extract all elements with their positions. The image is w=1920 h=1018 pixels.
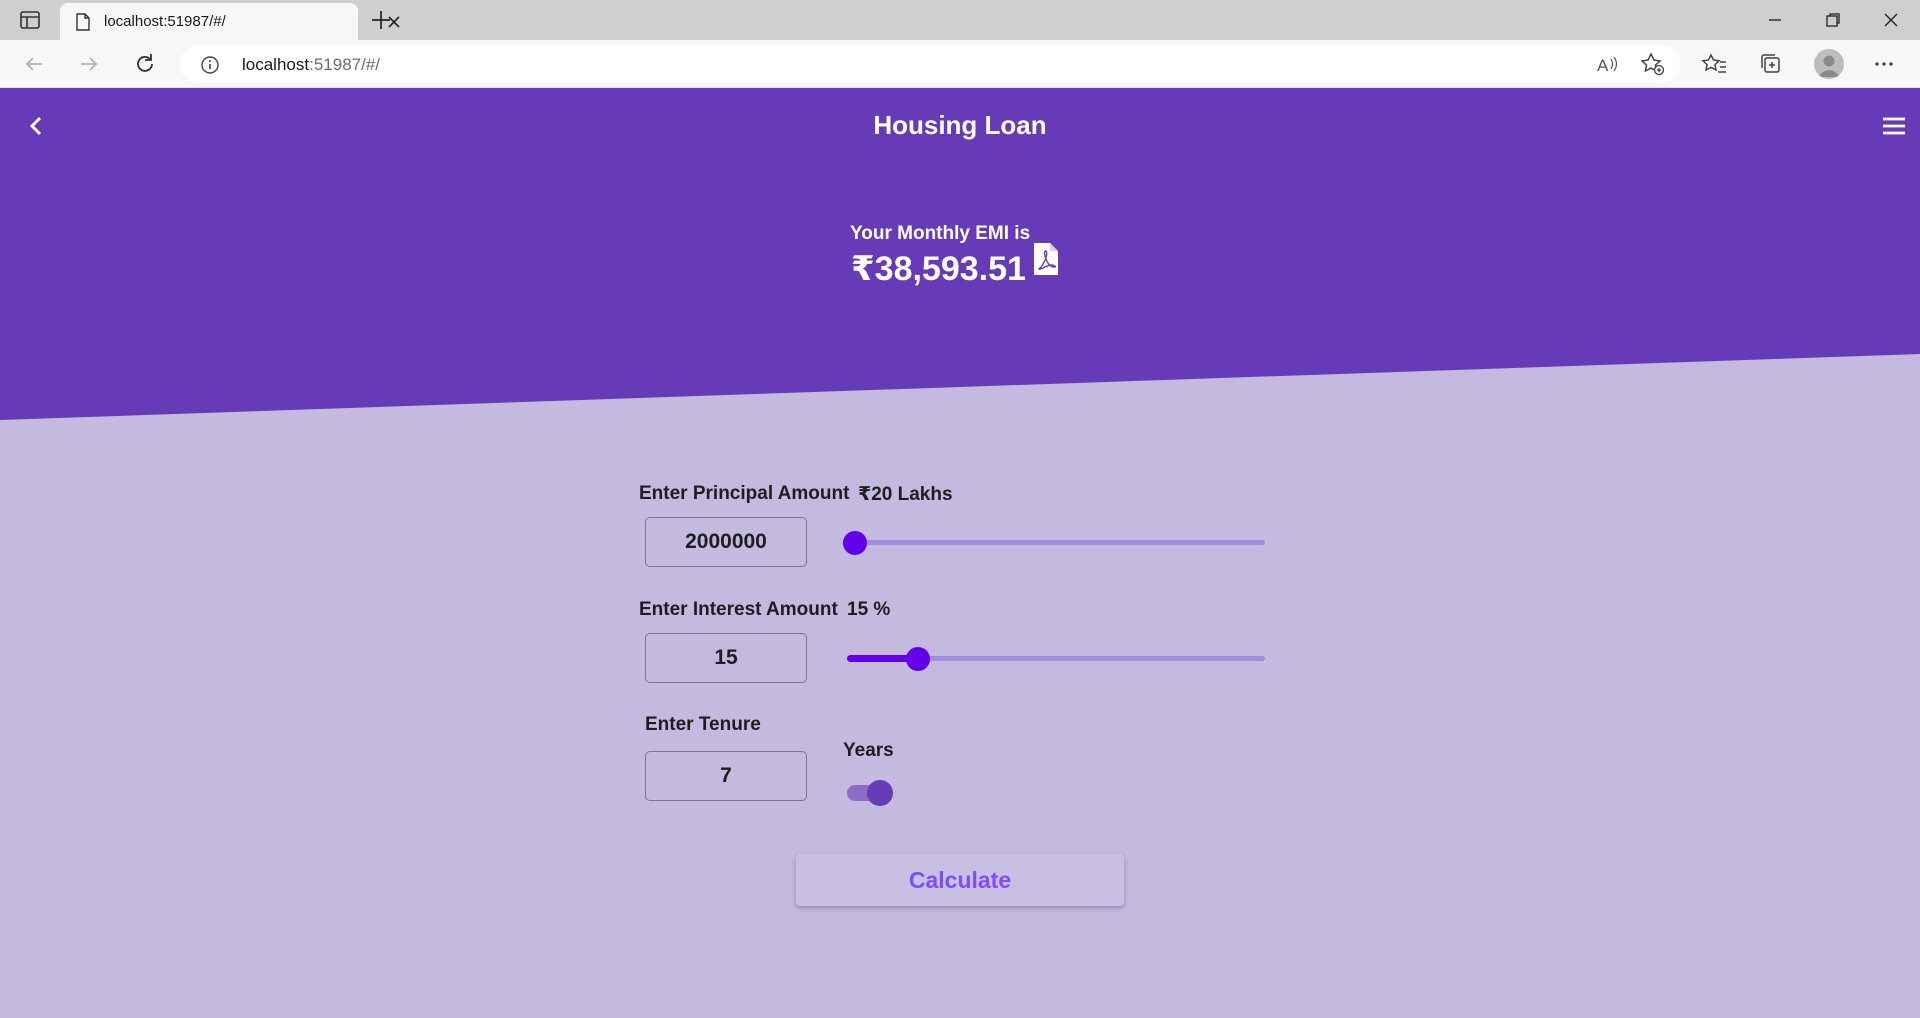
url-path: :51987/#/ <box>309 55 381 74</box>
emi-value: ₹38,593.51 <box>851 250 1026 288</box>
interest-label: Enter Interest Amount <box>639 599 838 620</box>
interest-input[interactable] <box>645 633 807 683</box>
url-host: localhost <box>242 55 310 74</box>
back-arrow-icon[interactable] <box>20 50 48 78</box>
svg-text:A: A <box>1597 56 1609 75</box>
principal-slider[interactable] <box>843 528 1265 558</box>
url-text[interactable]: localhost:51987/#/ <box>242 55 380 75</box>
page-title: Housing Loan <box>873 110 1047 140</box>
tenure-input[interactable] <box>645 751 807 801</box>
tab-actions-icon[interactable] <box>14 6 46 34</box>
page-icon <box>74 13 92 31</box>
principal-slider-thumb[interactable] <box>843 531 867 555</box>
emi-label: Your Monthly EMI is <box>850 223 1031 244</box>
interest-display: 15 % <box>847 599 891 620</box>
close-window-icon[interactable] <box>1878 7 1904 33</box>
more-options-icon[interactable] <box>1870 50 1898 78</box>
info-icon[interactable] <box>200 55 220 75</box>
favorites-icon[interactable] <box>1701 50 1729 78</box>
read-aloud-icon[interactable]: A <box>1593 50 1621 78</box>
browser-tab-bar: localhost:51987/#/ <box>0 0 1920 40</box>
restore-icon[interactable] <box>1820 7 1846 33</box>
tenure-unit-toggle[interactable] <box>845 776 893 808</box>
tab-title: localhost:51987/#/ <box>104 13 226 30</box>
browser-tab[interactable]: localhost:51987/#/ <box>60 3 400 40</box>
tenure-label: Enter Tenure <box>645 714 761 735</box>
new-tab-icon[interactable] <box>368 7 394 33</box>
principal-input[interactable] <box>645 517 807 567</box>
add-favorite-icon[interactable] <box>1638 50 1666 78</box>
principal-slider-track <box>843 540 1265 545</box>
pdf-file-icon[interactable] <box>1033 242 1059 276</box>
interest-slider[interactable] <box>847 644 1265 674</box>
forward-arrow-icon[interactable] <box>75 50 103 78</box>
principal-label: Enter Principal Amount <box>639 483 850 504</box>
address-bar[interactable]: localhost:51987/#/ <box>180 45 1680 83</box>
hamburger-menu-icon[interactable] <box>1880 112 1908 140</box>
browser-toolbar: localhost:51987/#/ A <box>0 40 1920 88</box>
calculate-button[interactable]: Calculate <box>796 854 1124 906</box>
tenure-unit-label: Years <box>843 740 894 761</box>
refresh-icon[interactable] <box>131 50 159 78</box>
minimize-icon[interactable] <box>1762 7 1788 33</box>
collections-icon[interactable] <box>1757 50 1785 78</box>
app-viewport: Housing Loan Your Monthly EMI is ₹38,593… <box>0 88 1920 1018</box>
profile-avatar[interactable] <box>1814 49 1844 79</box>
toggle-knob <box>867 780 893 806</box>
interest-slider-thumb[interactable] <box>906 647 931 671</box>
principal-display: ₹20 Lakhs <box>858 484 953 505</box>
